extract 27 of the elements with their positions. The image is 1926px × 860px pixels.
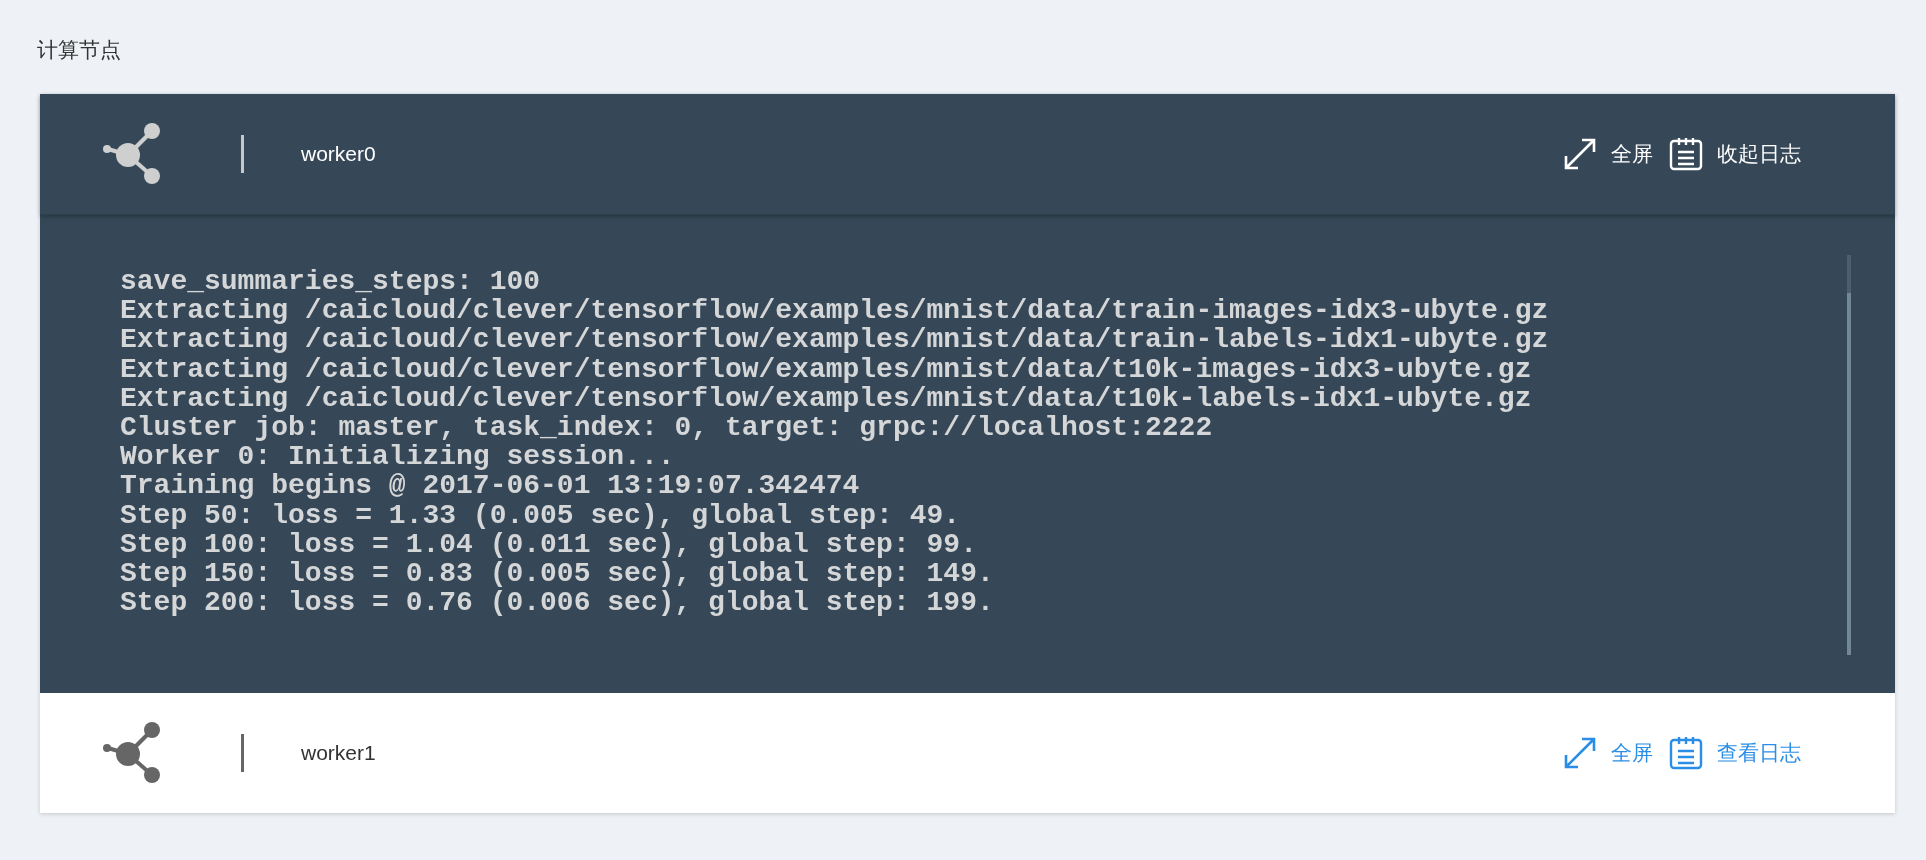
log-line: Step 200: loss = 0.76 (0.006 sec), global step: 199. [120,588,994,618]
expand-icon [1563,736,1597,770]
fullscreen-button[interactable]: 全屏 [1563,736,1653,770]
log-line: Training begins @ 2017-06-01 13:19:07.342474 [120,471,860,501]
log-line: Step 100: loss = 1.04 (0.011 sec), global step: 99. [120,529,977,560]
log-line: save_summaries_steps: 100 [120,267,541,297]
log-line: Extracting /caicloud/clever/tensorflow/examples/mnist/data/t10k-images-idx3-ubyte.gz [120,354,1532,384]
scrollbar[interactable] [1847,255,1851,655]
worker-name: worker1 [301,741,376,765]
worker-name: worker0 [301,142,376,166]
notepad-icon [1669,736,1703,770]
worker-header[interactable]: worker1 全屏 查看日志 [40,693,1895,813]
worker-header[interactable]: worker0 全屏 收起日志 [40,94,1895,215]
section-title: 计算节点 [37,37,121,64]
log-line: Worker 0: Initializing session... [120,442,675,472]
log-line: Step 150: loss = 0.83 (0.005 sec), global step: 149. [120,559,994,589]
log-line: Extracting /caicloud/clever/tensorflow/examples/mnist/data/train-labels-idx1-ubyte.gz [120,325,1549,355]
divider-bar [241,734,244,772]
log-toggle-button[interactable]: 收起日志 [1669,137,1801,171]
log-line: Extracting /caicloud/clever/tensorflow/examples/mnist/data/train-images-idx3-ubyte.gz [120,296,1549,326]
notepad-icon [1669,137,1703,171]
log-line: Extracting /caicloud/clever/tensorflow/examples/mnist/data/t10k-labels-idx1-ubyte.gz [120,383,1532,413]
expand-icon [1563,137,1597,171]
divider-bar [241,135,244,173]
log-line: Cluster job: master, task_index: 0, target: grpc://localhost:2222 [120,413,1213,443]
log-line: Step 50: loss = 1.33 (0.005 sec), global step: 49. [120,500,961,530]
fullscreen-button[interactable]: 全屏 [1563,137,1653,171]
